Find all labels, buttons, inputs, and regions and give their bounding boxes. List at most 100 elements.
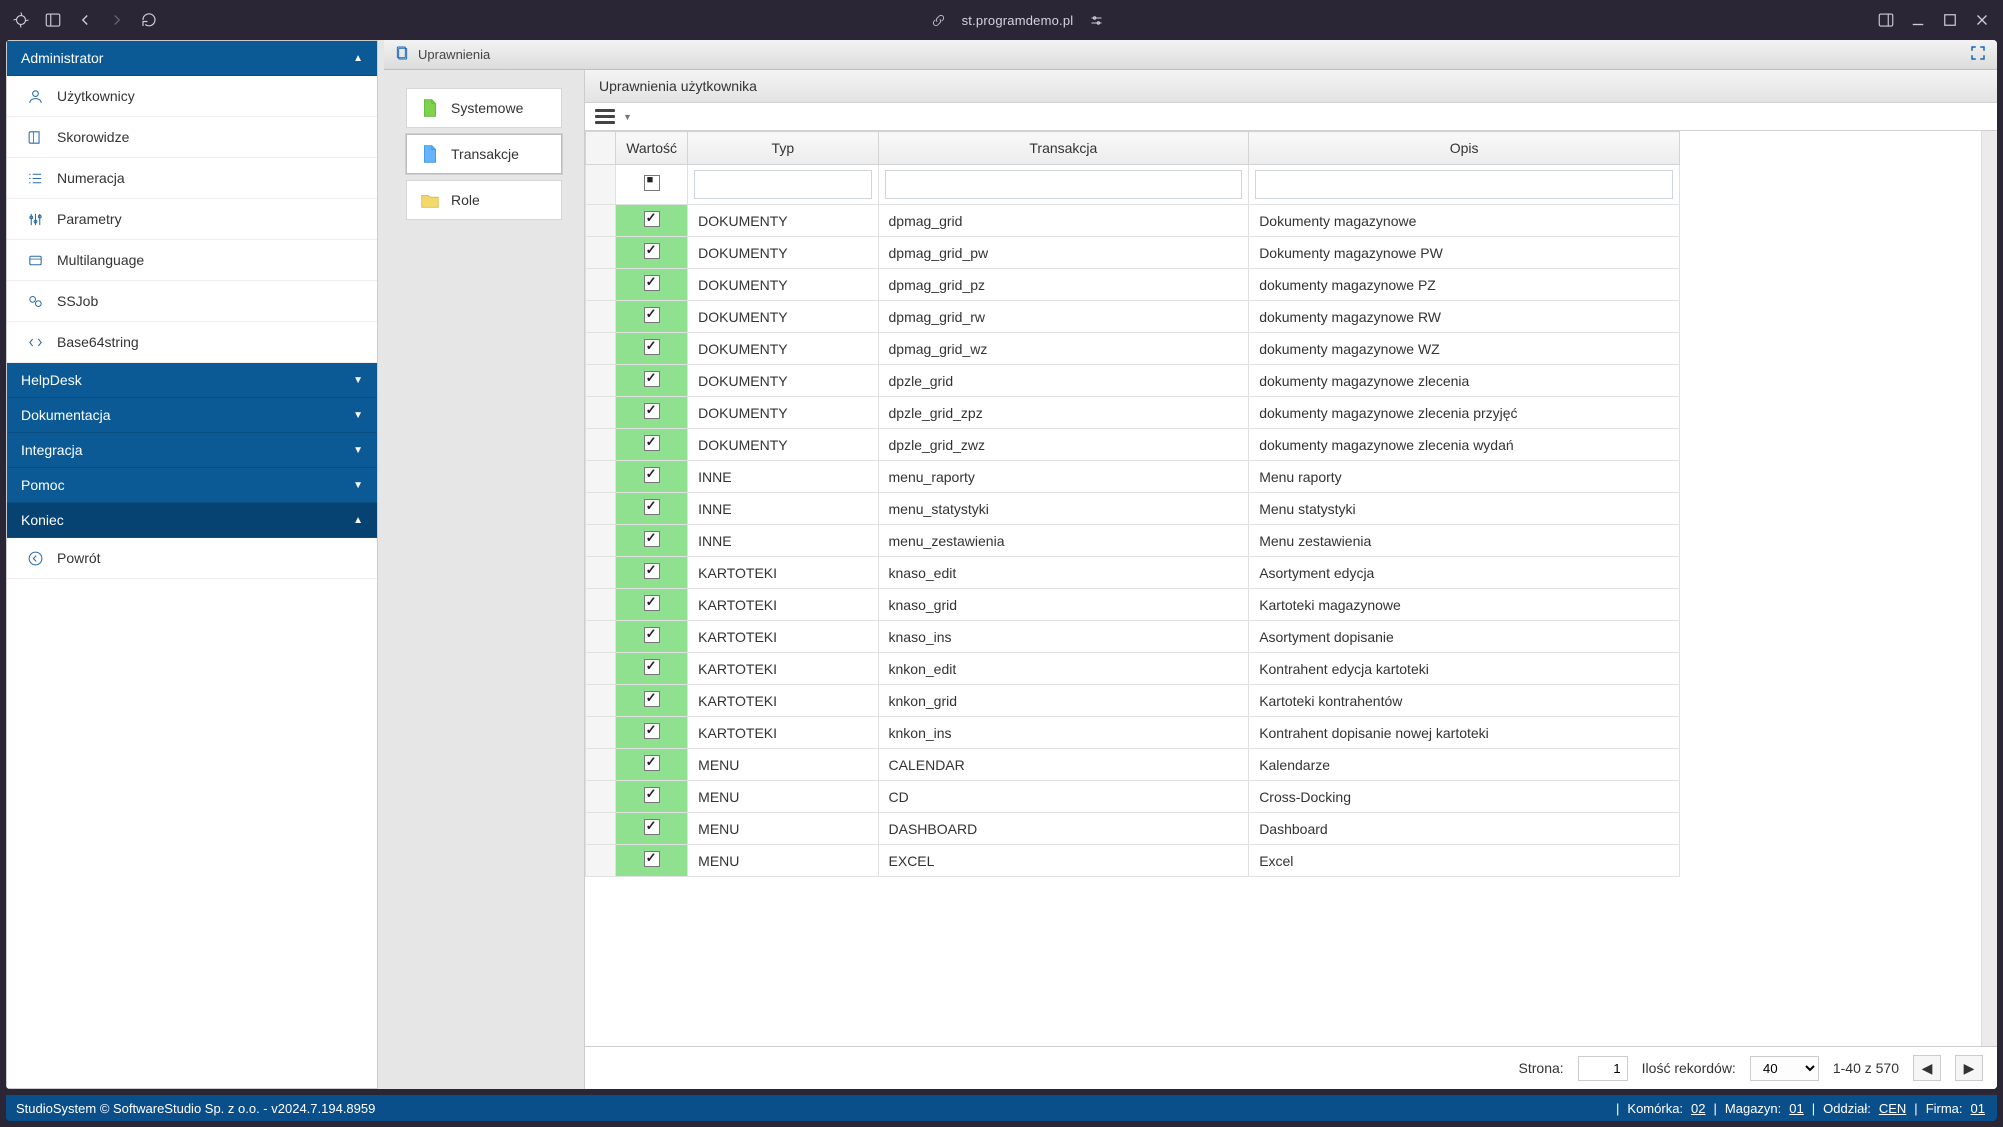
row-check-cell[interactable]	[616, 717, 688, 749]
status-magazyn[interactable]: 01	[1787, 1101, 1805, 1116]
row-handle[interactable]	[586, 365, 616, 397]
filter-type-input[interactable]	[694, 170, 871, 199]
grid-scroll[interactable]: Wartość Typ Transakcja Opis	[585, 131, 1981, 1046]
menu-icon[interactable]	[595, 109, 615, 124]
row-handle[interactable]	[586, 781, 616, 813]
table-row[interactable]: KARTOTEKIknaso_editAsortyment edycja	[586, 557, 1680, 589]
pager-prev-button[interactable]: ◀	[1913, 1055, 1941, 1081]
row-check-cell[interactable]	[616, 621, 688, 653]
status-firma[interactable]: 01	[1969, 1101, 1987, 1116]
row-handle[interactable]	[586, 525, 616, 557]
row-checkbox[interactable]	[644, 659, 660, 675]
pager-page-input[interactable]	[1578, 1056, 1628, 1081]
sidebar-section-integracja[interactable]: Integracja ▼	[7, 433, 377, 468]
filter-value-check[interactable]	[644, 175, 660, 191]
row-handle[interactable]	[586, 557, 616, 589]
row-check-cell[interactable]	[616, 333, 688, 365]
row-check-cell[interactable]	[616, 397, 688, 429]
tab-transakcje[interactable]: Transakcje	[406, 134, 562, 174]
row-check-cell[interactable]	[616, 653, 688, 685]
row-checkbox[interactable]	[644, 307, 660, 323]
row-checkbox[interactable]	[644, 211, 660, 227]
row-handle[interactable]	[586, 589, 616, 621]
row-handle[interactable]	[586, 845, 616, 877]
url-text[interactable]: st.programdemo.pl	[962, 13, 1074, 28]
row-check-cell[interactable]	[616, 685, 688, 717]
row-check-cell[interactable]	[616, 429, 688, 461]
row-handle[interactable]	[586, 269, 616, 301]
sidebar-section-helpdesk[interactable]: HelpDesk ▼	[7, 363, 377, 398]
row-handle[interactable]	[586, 813, 616, 845]
row-checkbox[interactable]	[644, 787, 660, 803]
sidebar-item-multilanguage[interactable]: Multilanguage	[7, 240, 377, 281]
reload-icon[interactable]	[140, 11, 158, 29]
row-checkbox[interactable]	[644, 531, 660, 547]
row-checkbox[interactable]	[644, 243, 660, 259]
table-row[interactable]: MENUCDCross-Docking	[586, 781, 1680, 813]
table-row[interactable]: KARTOTEKIknaso_gridKartoteki magazynowe	[586, 589, 1680, 621]
row-handle[interactable]	[586, 333, 616, 365]
row-handle[interactable]	[586, 653, 616, 685]
sidebar-item-parametry[interactable]: Parametry	[7, 199, 377, 240]
table-row[interactable]: INNEmenu_zestawieniaMenu zestawienia	[586, 525, 1680, 557]
row-check-cell[interactable]	[616, 781, 688, 813]
row-checkbox[interactable]	[644, 851, 660, 867]
row-handle[interactable]	[586, 749, 616, 781]
filter-desc-input[interactable]	[1255, 170, 1673, 199]
table-row[interactable]: DOKUMENTYdpzle_grid_zpzdokumenty magazyn…	[586, 397, 1680, 429]
table-row[interactable]: DOKUMENTYdpmag_grid_wzdokumenty magazyno…	[586, 333, 1680, 365]
sidebar-section-dokumentacja[interactable]: Dokumentacja ▼	[7, 398, 377, 433]
tune-icon[interactable]	[1087, 11, 1105, 29]
sidebar-section-administrator[interactable]: Administrator ▲	[7, 41, 377, 76]
row-handle[interactable]	[586, 397, 616, 429]
table-row[interactable]: KARTOTEKIknaso_insAsortyment dopisanie	[586, 621, 1680, 653]
table-row[interactable]: DOKUMENTYdpzle_grid_zwzdokumenty magazyn…	[586, 429, 1680, 461]
row-check-cell[interactable]	[616, 269, 688, 301]
row-checkbox[interactable]	[644, 467, 660, 483]
row-handle[interactable]	[586, 685, 616, 717]
table-row[interactable]: DOKUMENTYdpmag_grid_rwdokumenty magazyno…	[586, 301, 1680, 333]
row-checkbox[interactable]	[644, 499, 660, 515]
table-row[interactable]: MENUEXCELExcel	[586, 845, 1680, 877]
row-checkbox[interactable]	[644, 691, 660, 707]
forward-icon[interactable]	[108, 11, 126, 29]
col-type[interactable]: Typ	[688, 132, 878, 165]
row-check-cell[interactable]	[616, 749, 688, 781]
row-checkbox[interactable]	[644, 339, 660, 355]
vertical-scrollbar[interactable]	[1981, 131, 1997, 1046]
row-check-cell[interactable]	[616, 525, 688, 557]
table-row[interactable]: INNEmenu_statystykiMenu statystyki	[586, 493, 1680, 525]
row-check-cell[interactable]	[616, 205, 688, 237]
row-checkbox[interactable]	[644, 563, 660, 579]
row-checkbox[interactable]	[644, 819, 660, 835]
status-komorka[interactable]: 02	[1689, 1101, 1707, 1116]
pager-records-select[interactable]: 40	[1750, 1056, 1819, 1081]
col-desc[interactable]: Opis	[1249, 132, 1680, 165]
row-checkbox[interactable]	[644, 403, 660, 419]
tab-systemowe[interactable]: Systemowe	[406, 88, 562, 128]
row-handle[interactable]	[586, 429, 616, 461]
panel-icon[interactable]	[1877, 11, 1895, 29]
table-row[interactable]: DOKUMENTYdpmag_grid_pzdokumenty magazyno…	[586, 269, 1680, 301]
row-checkbox[interactable]	[644, 371, 660, 387]
row-handle[interactable]	[586, 301, 616, 333]
table-row[interactable]: DOKUMENTYdpmag_gridDokumenty magazynowe	[586, 205, 1680, 237]
row-check-cell[interactable]	[616, 493, 688, 525]
row-check-cell[interactable]	[616, 813, 688, 845]
row-handle[interactable]	[586, 237, 616, 269]
table-row[interactable]: KARTOTEKIknkon_insKontrahent dopisanie n…	[586, 717, 1680, 749]
row-checkbox[interactable]	[644, 595, 660, 611]
col-transaction[interactable]: Transakcja	[878, 132, 1249, 165]
sidebar-section-pomoc[interactable]: Pomoc ▼	[7, 468, 377, 503]
maximize-panel-icon[interactable]	[1969, 44, 1987, 65]
row-handle[interactable]	[586, 461, 616, 493]
table-row[interactable]: DOKUMENTYdpmag_grid_pwDokumenty magazyno…	[586, 237, 1680, 269]
row-check-cell[interactable]	[616, 301, 688, 333]
close-icon[interactable]	[1973, 11, 1991, 29]
table-row[interactable]: KARTOTEKIknkon_editKontrahent edycja kar…	[586, 653, 1680, 685]
table-row[interactable]: INNEmenu_raportyMenu raporty	[586, 461, 1680, 493]
sidebar-item-users[interactable]: Użytkownicy	[7, 76, 377, 117]
sidebar-section-koniec[interactable]: Koniec ▲	[7, 503, 377, 538]
maximize-icon[interactable]	[1941, 11, 1959, 29]
row-check-cell[interactable]	[616, 461, 688, 493]
